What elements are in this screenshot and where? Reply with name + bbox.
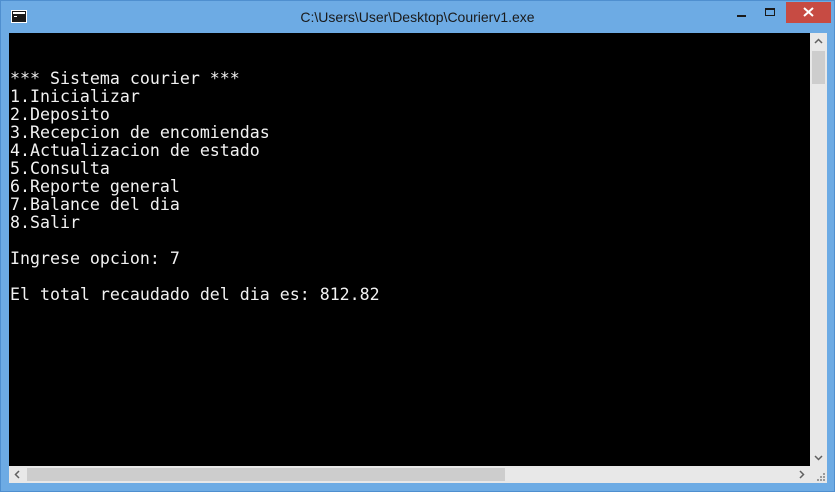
console-text: *** Sistema courier *** 1.Inicializar 2.De… [10, 52, 380, 304]
scroll-down-icon [814, 455, 823, 461]
console-line: 7.Balance del dia [10, 195, 180, 214]
window-title: C:\Users\User\Desktop\Courierv1.exe [300, 9, 535, 25]
resize-grip-icon [817, 473, 825, 481]
console-line: 3.Recepcion de encomiendas [10, 123, 270, 142]
console-line: 5.Consulta [10, 159, 110, 178]
console-output-area[interactable]: *** Sistema courier *** 1.Inicializar 2.De… [9, 33, 810, 466]
maximize-button[interactable] [756, 2, 783, 23]
console-line: *** Sistema courier *** [10, 69, 240, 88]
minimize-button[interactable] [728, 2, 756, 23]
console-line: El total recaudado del dia es: 812.82 [10, 285, 380, 304]
console-window: C:\Users\User\Desktop\Courierv1.exe *** … [0, 0, 835, 492]
scroll-right-button[interactable] [793, 466, 810, 483]
console-line: 4.Actualizacion de estado [10, 141, 260, 160]
scroll-up-icon [814, 38, 823, 44]
scroll-left-button[interactable] [9, 466, 26, 483]
scroll-down-button[interactable] [810, 449, 827, 466]
console-line: 8.Salir [10, 213, 80, 232]
vertical-scrollbar[interactable] [810, 33, 827, 466]
scroll-up-button[interactable] [810, 33, 827, 50]
scroll-left-icon [14, 470, 20, 479]
vertical-scroll-thumb[interactable] [812, 51, 825, 84]
console-line: 1.Inicializar [10, 87, 140, 106]
minimize-icon [737, 15, 746, 17]
horizontal-scrollbar[interactable] [9, 466, 810, 483]
title-bar[interactable]: C:\Users\User\Desktop\Courierv1.exe [1, 1, 834, 33]
maximize-icon [765, 8, 775, 16]
close-icon [803, 7, 814, 17]
scroll-right-icon [799, 470, 805, 479]
close-button[interactable] [786, 2, 831, 23]
console-line: 6.Reporte general [10, 177, 180, 196]
resize-grip[interactable] [810, 466, 827, 483]
console-line: 2.Deposito [10, 105, 110, 124]
console-line: Ingrese opcion: 7 [10, 249, 180, 268]
horizontal-scroll-thumb[interactable] [27, 468, 505, 481]
